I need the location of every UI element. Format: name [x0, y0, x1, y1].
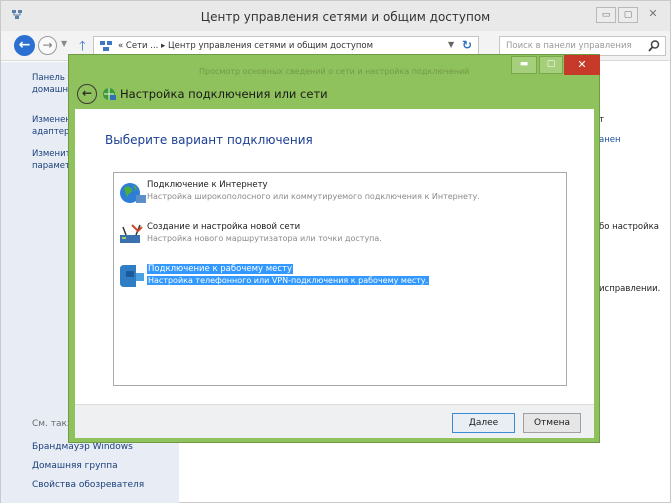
control-panel-icon [100, 41, 112, 51]
dialog-titlebar[interactable]: Просмотр основных сведений о сети и наст… [69, 55, 600, 81]
dialog-nav: ← Настройка подключения или сети [75, 81, 594, 109]
globe-icon [120, 183, 146, 203]
back-button[interactable]: ← [14, 35, 35, 56]
sidebar-item-firewall[interactable]: Брандмауэр Windows [32, 442, 133, 452]
router-icon [120, 224, 143, 243]
dialog-content: Выберите вариант подключения Подключение… [75, 109, 594, 404]
address-dropdown-icon[interactable]: ▼ [448, 40, 454, 49]
dialog-back-button[interactable]: ← [77, 84, 97, 104]
cancel-button[interactable]: Отмена [523, 413, 581, 433]
option-description-selected: Настройка телефонного или VPN-подключени… [147, 276, 430, 285]
search-input[interactable] [500, 37, 645, 55]
network-setup-icon [103, 88, 116, 100]
dialog-maximize-button[interactable]: ▢ [539, 56, 563, 74]
option-title-selected: Подключение к рабочему месту [147, 264, 294, 274]
address-path: « Сети ... ▸ Центр управления сетями и о… [118, 41, 374, 51]
dialog-heading: Выберите вариант подключения [105, 133, 313, 147]
option-workplace[interactable]: Подключение к рабочему месту Настройка т… [118, 260, 564, 294]
connection-options-list[interactable]: Подключение к Интернету Настройка широко… [113, 172, 567, 386]
window-titlebar[interactable]: Центр управления сетями и общим доступом… [1, 1, 670, 31]
dialog-background-header: Просмотр основных сведений о сети и наст… [199, 67, 470, 76]
dialog-minimize-button[interactable]: ▬ [511, 56, 537, 74]
forward-button[interactable]: → [38, 36, 57, 55]
search-icon[interactable] [647, 39, 661, 53]
dialog-title: Настройка подключения или сети [120, 87, 328, 101]
dialog-close-button[interactable]: ✕ [564, 55, 600, 75]
close-button[interactable]: ✕ [642, 7, 664, 23]
workplace-phone-icon [120, 265, 144, 287]
option-new-network[interactable]: Создание и настройка новой сети Настройк… [118, 218, 564, 252]
search-box[interactable] [499, 36, 666, 56]
minimize-button[interactable]: ▭ [596, 7, 616, 23]
sidebar-item-browser-properties[interactable]: Свойства обозревателя [32, 480, 144, 490]
background-text: бо настройка [599, 222, 659, 232]
option-title: Создание и настройка новой сети [147, 222, 301, 232]
background-link[interactable]: анен [599, 135, 621, 145]
setup-connection-dialog: Просмотр основных сведений о сети и наст… [68, 54, 600, 443]
refresh-icon[interactable]: ↻ [462, 38, 472, 52]
option-title: Подключение к Интернету [147, 180, 268, 190]
background-text: исправлении. [599, 284, 661, 294]
next-button[interactable]: Далее [452, 413, 515, 433]
option-description: Настройка нового маршрутизатора или точк… [147, 234, 382, 243]
option-internet[interactable]: Подключение к Интернету Настройка широко… [118, 176, 564, 210]
maximize-button[interactable]: ▢ [618, 7, 638, 23]
address-bar[interactable]: « Сети ... ▸ Центр управления сетями и о… [93, 36, 479, 56]
dialog-footer: Далее Отмена [75, 404, 594, 438]
sidebar-item-homegroup[interactable]: Домашняя группа [32, 461, 118, 471]
option-description: Настройка широкополосного или коммутируе… [147, 192, 480, 201]
history-dropdown-icon[interactable]: ▼ [61, 39, 67, 48]
window-title: Центр управления сетями и общим доступом [200, 10, 491, 24]
